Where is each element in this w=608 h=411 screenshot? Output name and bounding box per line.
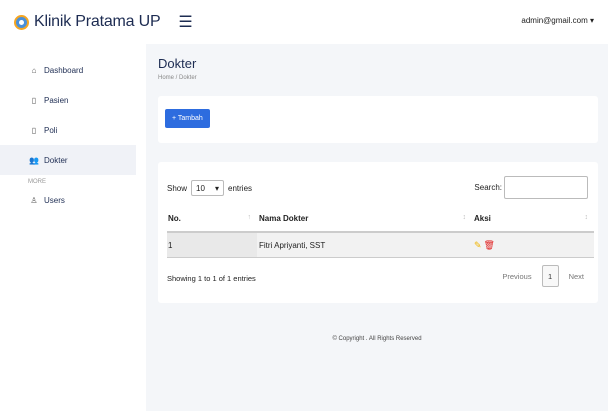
- entries-select[interactable]: 10 ▾: [191, 180, 225, 196]
- entries-value: 10: [196, 183, 205, 193]
- brand-name: Klinik Pratama UP: [34, 13, 161, 30]
- table-card: Show 10 ▾ entries Search: No. ↑ Nama Dok…: [158, 162, 598, 303]
- sidebar-item-dashboard[interactable]: ⌂ Dashboard: [0, 55, 146, 85]
- sidebar-item-label: Users: [44, 195, 65, 205]
- breadcrumb: Home / Dokter: [158, 75, 197, 81]
- next-page-button[interactable]: Next: [564, 272, 589, 281]
- brand[interactable]: Klinik Pratama UP: [14, 13, 161, 31]
- cell-aksi: ✎ 🗑: [472, 240, 594, 251]
- top-navbar: Klinik Pratama UP ☰ admin@gmail.com ▾: [0, 0, 608, 44]
- clinic-logo-icon: [14, 14, 29, 30]
- chevron-down-icon: ▾: [215, 183, 220, 193]
- pagination: Previous 1 Next: [497, 265, 589, 287]
- header-label: Nama Dokter: [259, 213, 309, 223]
- page-title: Dokter: [158, 56, 197, 71]
- sidebar-section-more: MORE: [28, 179, 46, 185]
- footer-copyright: © Copyright . All Rights Reserved: [332, 336, 422, 342]
- main-content: Dokter Home / Dokter + Tambah Show 10 ▾ …: [146, 44, 608, 411]
- entries-label: entries: [228, 183, 253, 193]
- document-icon: ▯: [31, 125, 37, 135]
- page-1-button[interactable]: 1: [541, 265, 559, 287]
- table-info: Showing 1 to 1 of 1 entries: [167, 274, 256, 283]
- column-header-nama-dokter[interactable]: Nama Dokter ↕: [257, 214, 472, 223]
- entries-length-control: Show 10 ▾ entries: [167, 180, 252, 196]
- sort-icon: ↑: [247, 213, 252, 221]
- add-dokter-button[interactable]: + Tambah: [165, 109, 210, 128]
- sort-icon: ↕: [584, 213, 589, 221]
- table-header-row: No. ↑ Nama Dokter ↕ Aksi ↕: [167, 205, 594, 233]
- sort-icon: ↕: [462, 213, 467, 221]
- search-input[interactable]: [504, 176, 588, 199]
- previous-page-button[interactable]: Previous: [497, 272, 536, 281]
- delete-icon[interactable]: 🗑: [484, 240, 495, 251]
- sidebar-item-label: Pasien: [44, 95, 69, 105]
- sidebar-item-dokter[interactable]: 👥 Dokter: [0, 145, 136, 175]
- search-control: Search:: [474, 176, 588, 199]
- cell-no: 1: [167, 233, 257, 257]
- sidebar-item-poli[interactable]: ▯ Poli: [0, 115, 146, 145]
- cell-nama-dokter: Fitri Apriyanti, SST: [259, 240, 326, 250]
- table-row: 1 Fitri Apriyanti, SST ✎ 🗑: [167, 233, 594, 258]
- sidebar: ⌂ Dashboard ▯ Pasien ▯ Poli 👥 Dokter MOR…: [0, 44, 146, 411]
- home-icon: ⌂: [31, 65, 37, 75]
- header-label: No.: [168, 213, 181, 223]
- sidebar-item-pasien[interactable]: ▯ Pasien: [0, 85, 146, 115]
- dokter-table: No. ↑ Nama Dokter ↕ Aksi ↕ 1 Fitri Apriy…: [167, 205, 594, 258]
- document-icon: ▯: [31, 95, 37, 105]
- users-icon: 👥: [29, 155, 39, 165]
- action-card: + Tambah: [158, 96, 598, 143]
- header-label: Aksi: [474, 213, 491, 223]
- user-icon: ♙: [30, 195, 38, 205]
- column-header-no[interactable]: No. ↑: [167, 214, 257, 223]
- sidebar-item-label: Dokter: [44, 155, 68, 165]
- column-header-aksi[interactable]: Aksi ↕: [472, 214, 594, 223]
- sidebar-item-label: Dashboard: [44, 65, 84, 75]
- edit-icon[interactable]: ✎: [474, 240, 482, 251]
- sidebar-item-label: Poli: [44, 125, 58, 135]
- show-label: Show: [167, 183, 188, 193]
- user-dropdown[interactable]: admin@gmail.com ▾: [521, 16, 594, 25]
- search-label: Search:: [474, 183, 502, 192]
- sidebar-item-users[interactable]: ♙ Users: [0, 189, 146, 211]
- menu-toggle-icon[interactable]: ☰: [178, 12, 192, 32]
